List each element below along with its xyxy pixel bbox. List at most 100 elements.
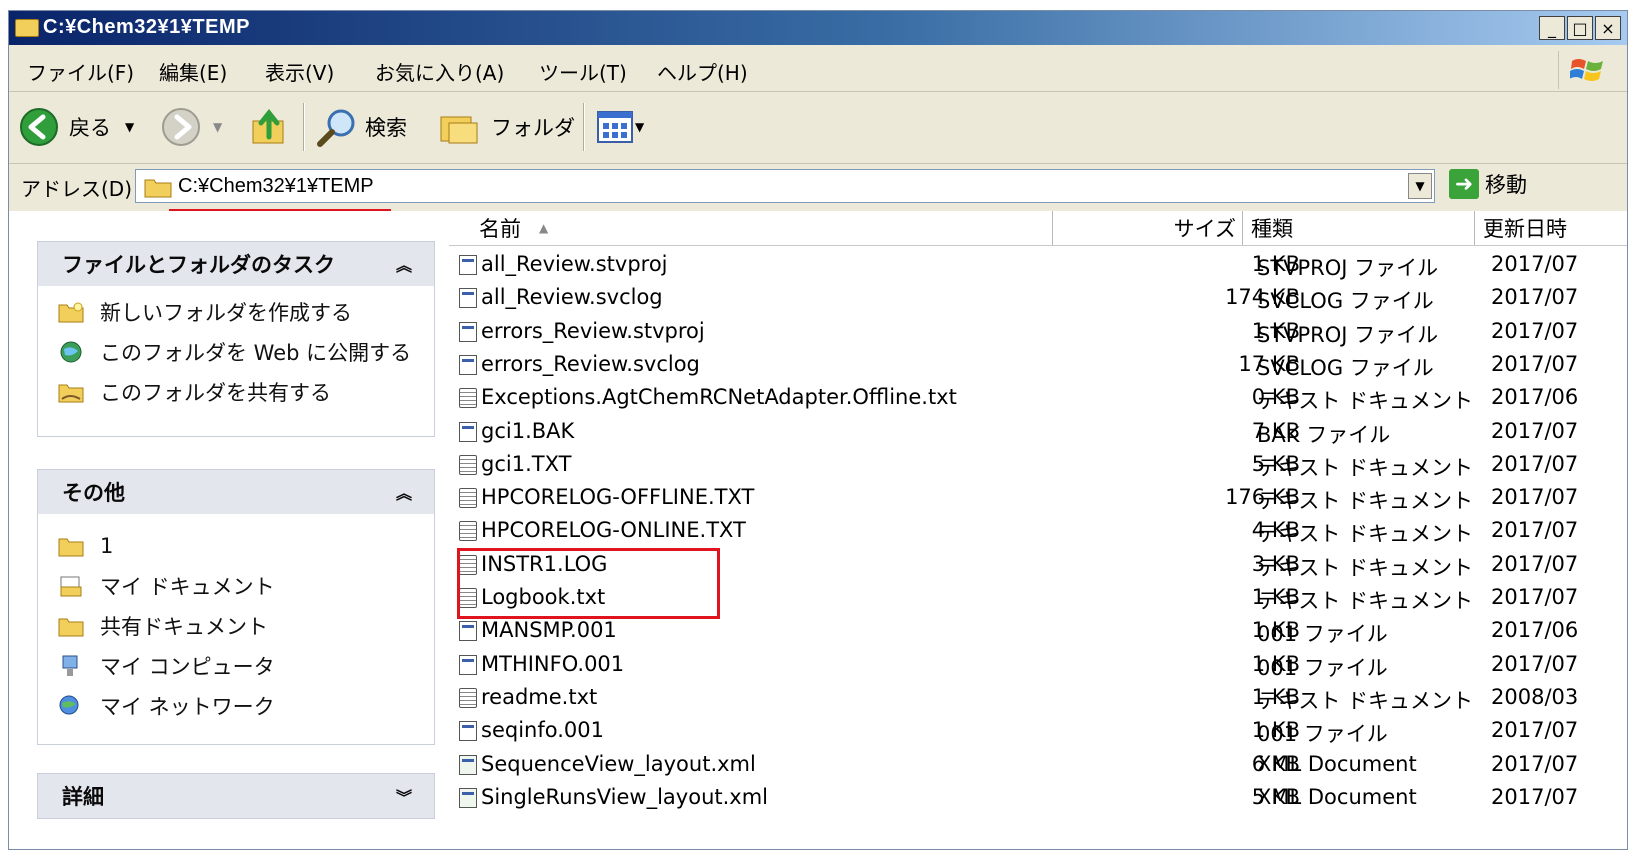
address-bar: アドレス(D) C:¥Chem32¥1¥TEMP ▼ ➜ 移動 [9,165,1627,209]
my-documents-icon [60,576,82,597]
table-row[interactable]: all_Review.stvproj 1 KB STVPROJ ファイル 2017/0… [449,249,1627,282]
views-button[interactable]: ▼ [597,111,644,143]
xml-file-icon [459,754,477,775]
column-header-name[interactable]: 名前 ▲ [473,211,1053,245]
file-date: 2017/07 [1491,751,1579,776]
file-type: SVCLOG ファイル [1257,289,1434,314]
chevron-down-icon[interactable]: ▼ [213,120,222,134]
collapse-icon[interactable]: ︽ [396,252,412,276]
close-button[interactable]: × [1595,16,1621,40]
file-date: 2017/07 [1491,585,1579,609]
file-type: STVPROJ ファイル [1257,256,1439,280]
table-row[interactable]: Exceptions.AgtChemRCNetAdapter.Offline.t… [449,382,1627,415]
folders-icon [440,116,478,144]
file-type: テキスト ドキュメント [1257,489,1474,514]
new-folder-icon [58,302,84,323]
address-field[interactable]: C:¥Chem32¥1¥TEMP ▼ [135,169,1435,203]
file-type: テキスト ドキュメント [1257,389,1474,414]
column-label: 更新日時 [1483,217,1567,241]
file-name: readme.txt [481,684,598,709]
folder-icon [58,538,84,557]
menu-favorites[interactable]: お気に入り(A) [375,57,504,86]
table-row[interactable]: MTHINFO.001 1 KB 001 ファイル 2017/07 [449,649,1627,682]
place-folder-1[interactable]: 1 [58,526,434,566]
file-date: 2017/07 [1491,451,1579,476]
menu-tools[interactable]: ツール(T) [539,57,627,86]
table-row[interactable]: MANSMP.001 1 KB 001 ファイル 2017/06 [449,615,1627,648]
chevron-down-icon[interactable]: ▼ [635,120,644,134]
back-arrow-icon [20,108,58,146]
file-name: MANSMP.001 [481,618,617,643]
table-row[interactable]: errors_Review.svclog 17 KB SVCLOG ファイル 2017… [449,349,1627,382]
file-name: seqinfo.001 [481,718,604,743]
file-name: all_Review.stvproj [481,252,668,276]
menu-view[interactable]: 表示(V) [265,57,334,86]
minimize-button[interactable]: _ [1539,16,1565,40]
menu-help[interactable]: ヘルプ(H) [657,57,748,86]
table-row[interactable]: errors_Review.stvproj 1 KB STVPROJ ファイル 201… [449,316,1627,349]
chevron-down-icon[interactable]: ▼ [125,120,134,134]
table-row[interactable]: seqinfo.001 1 KB 001 ファイル 2017/07 [449,715,1627,748]
collapse-icon[interactable]: ︽ [396,480,412,504]
title-bar[interactable]: C:¥Chem32¥1¥TEMP _ □ × [9,11,1627,45]
place-my-network[interactable]: マイ ネットワーク [58,686,434,726]
maximize-button[interactable]: □ [1567,16,1593,40]
place-shared-documents[interactable]: 共有ドキュメント [58,606,434,646]
address-dropdown-button[interactable]: ▼ [1408,173,1432,199]
task-share-folder[interactable]: このフォルダを共有する [58,372,434,412]
back-button[interactable]: 戻る ▼ [19,107,134,147]
table-row[interactable]: all_Review.svclog 174 KB SVCLOG ファイル 2017/0… [449,282,1627,315]
file-type: 001 ファイル [1257,722,1388,747]
menu-edit[interactable]: 編集(E) [159,57,227,86]
table-row[interactable]: HPCORELOG-ONLINE.TXT 4 KB テキスト ドキュメント 2017/… [449,515,1627,548]
folders-button[interactable]: フォルダ [437,107,575,147]
panel-header[interactable]: ファイルとフォルダのタスク ︽ [38,242,434,286]
task-label: このフォルダを共有する [100,381,331,405]
file-name: MTHINFO.001 [481,651,625,676]
red-box-annotation [457,548,720,619]
file-type: BAK ファイル [1257,422,1391,447]
text-file-icon [459,488,477,509]
table-row[interactable]: gci1.TXT 5 KB テキスト ドキュメント 2017/07 [449,449,1627,482]
place-label: 共有ドキュメント [100,615,268,639]
toolbar-separator [303,103,304,151]
search-label: 検索 [365,116,407,140]
place-my-computer[interactable]: マイ コンピュータ [58,646,434,686]
up-folder-button[interactable] [249,107,289,147]
panel-header[interactable]: その他 ︽ [38,470,434,514]
forward-button[interactable]: ▼ [161,107,222,147]
expand-icon[interactable]: ︾ [396,784,412,808]
task-pane: ファイルとフォルダのタスク ︽ 新しいフォルダを作成する このフォルダを Web… [9,211,449,849]
file-date: 2017/06 [1491,385,1579,410]
folder-icon [15,19,39,37]
menu-bar: ファイル(F) 編集(E) 表示(V) お気に入り(A) ツール(T) ヘルプ(… [9,47,1627,92]
table-row[interactable]: HPCORELOG-OFFLINE.TXT 176 KB テキスト ドキュメント 20… [449,482,1627,515]
table-row[interactable]: SequenceView_layout.xml 6 KB XML Document 2… [449,749,1627,782]
file-date: 2017/07 [1491,518,1579,543]
search-button[interactable]: 検索 [315,107,407,147]
panel-header[interactable]: 詳細 ︾ [38,774,434,818]
file-type: 001 ファイル [1257,655,1388,680]
publish-web-icon [60,341,82,363]
table-row[interactable]: gci1.BAK 7 KB BAK ファイル 2017/07 [449,416,1627,449]
table-row[interactable]: SingleRunsView_layout.xml 5 KB XML Documen… [449,782,1627,815]
toolbar: 戻る ▼ ▼ 検索 フォルダ ▼ [9,93,1627,164]
column-header-type[interactable]: 種類 [1243,211,1475,245]
task-new-folder[interactable]: 新しいフォルダを作成する [58,292,434,332]
task-publish-web[interactable]: このフォルダを Web に公開する [58,332,434,372]
network-icon [59,695,79,715]
place-my-documents[interactable]: マイ ドキュメント [58,566,434,606]
file-name: errors_Review.stvproj [481,318,705,343]
column-header-modified[interactable]: 更新日時 [1475,211,1627,245]
column-header-size[interactable]: サイズ [1053,211,1243,245]
table-row[interactable]: readme.txt 1 KB テキスト ドキュメント 2008/03 [449,682,1627,715]
place-label: マイ ドキュメント [100,575,275,599]
address-value: C:¥Chem32¥1¥TEMP [178,175,374,197]
share-folder-icon [58,384,84,403]
xml-file-icon [459,787,477,808]
file-name: gci1.TXT [481,451,572,476]
views-icon [597,111,633,143]
text-file-icon [459,521,477,542]
go-button[interactable]: ➜ 移動 [1449,169,1527,199]
menu-file[interactable]: ファイル(F) [27,57,134,86]
